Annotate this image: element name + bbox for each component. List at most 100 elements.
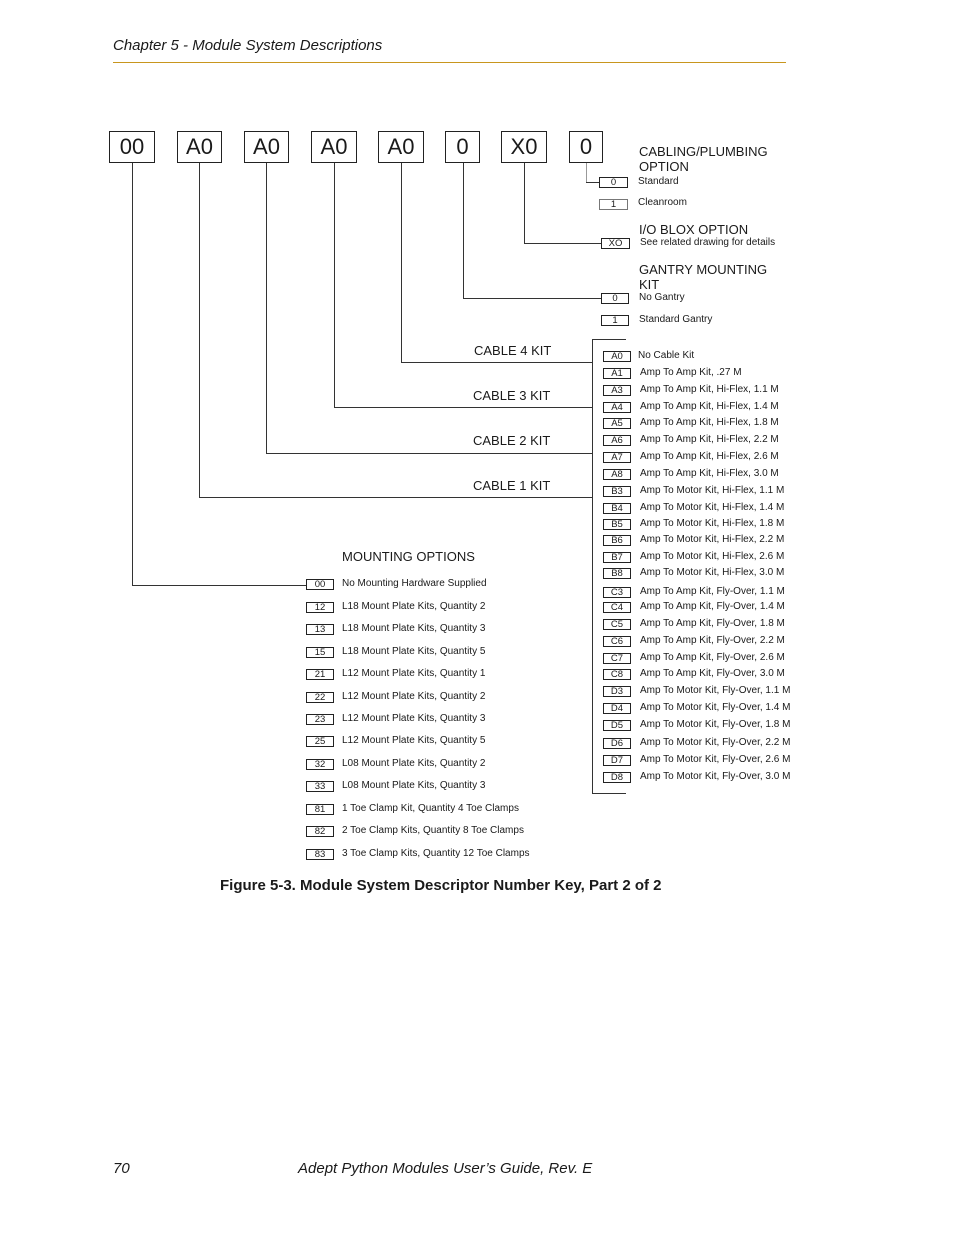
option-desc: Amp To Amp Kit, .27 M [640,367,742,378]
connector-line [199,497,592,498]
cable-1-label: CABLE 1 KIT [473,478,551,493]
option-desc: Amp To Amp Kit, Fly-Over, 1.4 M [640,601,785,612]
footer-title: Adept Python Modules User’s Guide, Rev. … [298,1160,593,1177]
code-box: 25 [306,736,334,747]
option-desc: L12 Mount Plate Kits, Quantity 1 [342,668,486,679]
code-box: 82 [306,826,334,837]
code-box: B3 [603,486,631,497]
option-desc: Amp To Amp Kit, Hi-Flex, 1.1 M [640,384,779,395]
option-desc: Amp To Amp Kit, Hi-Flex, 3.0 M [640,468,779,479]
connector-line [266,453,592,454]
option-desc: Amp To Amp Kit, Fly-Over, 3.0 M [640,668,785,679]
code-box: B8 [603,568,631,579]
option-desc: Amp To Motor Kit, Hi-Flex, 1.1 M [640,485,785,496]
code-box: C4 [603,602,631,613]
option-desc: Amp To Motor Kit, Fly-Over, 1.8 M [640,719,791,730]
option-desc: Amp To Motor Kit, Fly-Over, 3.0 M [640,771,791,782]
descriptor-box-cable2: A0 [244,131,289,163]
code-box: 13 [306,624,334,635]
figure-caption: Figure 5-3. Module System Descriptor Num… [220,877,662,894]
code-box: C5 [603,619,631,630]
chapter-header: Chapter 5 - Module System Descriptions [113,37,383,54]
option-desc: Amp To Motor Kit, Fly-Over, 2.6 M [640,754,791,765]
option-desc: Amp To Amp Kit, Hi-Flex, 1.4 M [640,401,779,412]
page-number: 70 [113,1160,130,1177]
code-box: C6 [603,636,631,647]
code-box: 83 [306,849,334,860]
code-box: C3 [603,587,631,598]
option-desc: Amp To Motor Kit, Fly-Over, 2.2 M [640,737,791,748]
option-desc: Amp To Amp Kit, Hi-Flex, 2.2 M [640,434,779,445]
option-desc: L12 Mount Plate Kits, Quantity 2 [342,691,486,702]
option-desc: Amp To Motor Kit, Hi-Flex, 2.2 M [640,534,785,545]
descriptor-box-io-blox: X0 [501,131,547,163]
descriptor-box-cable1: A0 [177,131,222,163]
option-desc: No Cable Kit [638,350,695,361]
code-box: 15 [306,647,334,658]
code-box: B5 [603,519,631,530]
option-desc: L12 Mount Plate Kits, Quantity 3 [342,713,486,724]
connector-line [266,163,267,453]
option-desc: 2 Toe Clamp Kits, Quantity 8 Toe Clamps [342,825,524,836]
option-desc: No Mounting Hardware Supplied [342,578,487,589]
code-box: XO [601,238,630,249]
code-box: 00 [306,579,334,590]
io-blox-heading: I/O BLOX OPTION [639,222,749,237]
connector-line [463,163,464,298]
option-desc: L18 Mount Plate Kits, Quantity 5 [342,646,486,657]
connector-line [524,243,601,244]
option-desc: Amp To Amp Kit, Fly-Over, 2.6 M [640,652,785,663]
option-desc: Amp To Motor Kit, Hi-Flex, 2.6 M [640,551,785,562]
code-box: C8 [603,669,631,680]
option-desc: L08 Mount Plate Kits, Quantity 2 [342,758,486,769]
connector-line [132,163,133,585]
option-desc: L18 Mount Plate Kits, Quantity 3 [342,623,486,634]
descriptor-box-cable4: A0 [378,131,424,163]
code-box: A5 [603,418,631,429]
code-box: D8 [603,772,631,783]
code-box: 32 [306,759,334,770]
connector-line [401,362,592,363]
option-desc: Standard [638,176,679,187]
code-box: B6 [603,535,631,546]
option-desc: Amp To Motor Kit, Hi-Flex, 3.0 M [640,567,785,578]
code-box: 23 [306,714,334,725]
cable-4-label: CABLE 4 KIT [474,343,552,358]
code-box: B7 [603,552,631,563]
connector-line [334,407,592,408]
cable-kit-bracket [592,793,626,794]
code-box: A0 [603,351,631,362]
code-box: 1 [601,315,629,326]
option-desc: Standard Gantry [639,314,713,325]
option-desc: Amp To Motor Kit, Hi-Flex, 1.8 M [640,518,785,529]
connector-line [199,163,200,497]
mounting-heading: MOUNTING OPTIONS [342,549,475,564]
code-box: A1 [603,368,631,379]
code-box: 33 [306,781,334,792]
option-desc: 1 Toe Clamp Kit, Quantity 4 Toe Clamps [342,803,519,814]
option-desc: Amp To Amp Kit, Hi-Flex, 1.8 M [640,417,779,428]
cable-3-label: CABLE 3 KIT [473,388,551,403]
option-desc: Cleanroom [638,197,687,208]
descriptor-box-gantry: 0 [445,131,480,163]
code-box: 81 [306,804,334,815]
code-box: A3 [603,385,631,396]
cable-kit-bracket [592,339,593,794]
code-box: B4 [603,503,631,514]
code-box: A7 [603,452,631,463]
code-box: C7 [603,653,631,664]
option-desc: Amp To Motor Kit, Fly-Over, 1.4 M [640,702,791,713]
option-desc: See related drawing for details [640,237,776,248]
option-desc: Amp To Amp Kit, Hi-Flex, 2.6 M [640,451,779,462]
code-box: 0 [599,177,628,188]
option-desc: Amp To Amp Kit, Fly-Over, 1.1 M [640,586,785,597]
descriptor-box-mounting: 00 [109,131,155,163]
connector-line [401,163,402,362]
code-box: D6 [603,738,631,749]
descriptor-box-cable3: A0 [311,131,357,163]
connector-line [524,163,525,243]
cabling-heading: CABLING/PLUMBING OPTION [639,144,768,174]
option-desc: L18 Mount Plate Kits, Quantity 2 [342,601,486,612]
cable-kit-bracket [592,339,626,340]
option-desc: Amp To Motor Kit, Fly-Over, 1.1 M [640,685,791,696]
